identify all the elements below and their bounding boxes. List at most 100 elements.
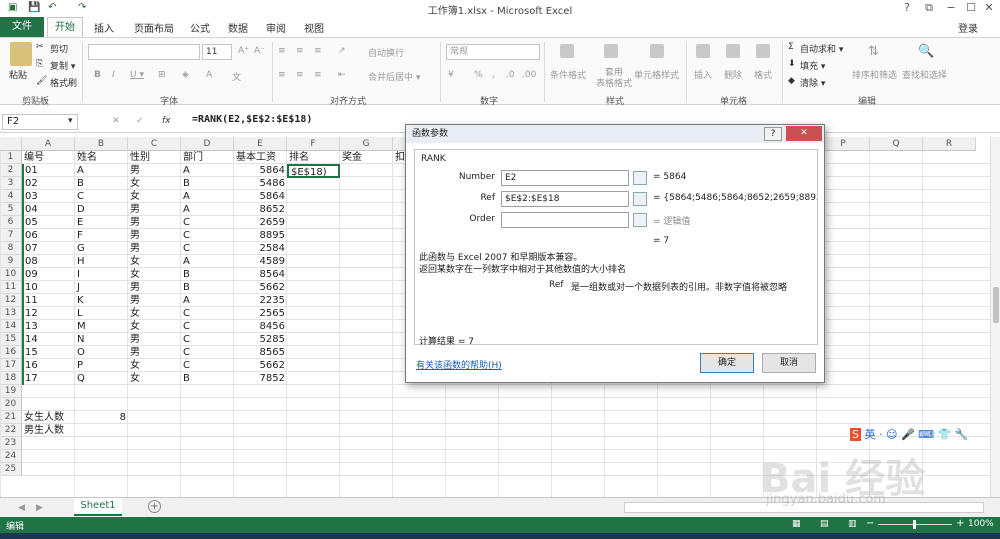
data-cell[interactable]: 16 [22, 359, 75, 372]
font-name-select[interactable] [88, 44, 200, 60]
sort-filter-icon[interactable]: ⇅ [868, 44, 879, 59]
ribbon-options-button[interactable]: ⧉ [918, 1, 940, 15]
format-cells-icon[interactable] [756, 44, 770, 58]
data-cell[interactable]: 男 [128, 333, 181, 346]
collapse-dialog-icon[interactable] [633, 213, 647, 227]
tab-review[interactable]: 审阅 [266, 20, 286, 35]
column-header[interactable]: A [22, 137, 75, 151]
male-count-label[interactable]: 男生人数 [22, 424, 82, 437]
data-cell[interactable]: 10 [22, 281, 75, 294]
data-cell[interactable]: 男 [128, 346, 181, 359]
indent-icon[interactable]: ⇤ [338, 70, 346, 80]
insert-function-button[interactable]: fx [162, 116, 171, 126]
copy-icon[interactable]: ⎘ [36, 59, 43, 69]
percent-button[interactable]: % [474, 70, 483, 80]
data-cell[interactable]: J [75, 281, 128, 294]
data-cell[interactable]: 8565 [234, 346, 287, 359]
page-layout-view-icon[interactable]: ▤ [820, 519, 829, 529]
column-header[interactable]: E [234, 137, 287, 151]
data-cell[interactable]: 08 [22, 255, 75, 268]
cell-styles-icon[interactable] [650, 44, 664, 58]
data-cell[interactable]: 男 [128, 164, 181, 177]
collapse-dialog-icon[interactable] [633, 192, 647, 206]
data-cell[interactable]: 14 [22, 333, 75, 346]
zoom-in-button[interactable]: + [956, 518, 964, 529]
formula-input[interactable]: =RANK(E2,$E$2:$E$18) [192, 114, 312, 125]
fill-button[interactable]: 填充 ▾ [800, 59, 825, 72]
data-cell[interactable]: F [75, 229, 128, 242]
data-cell[interactable]: 5662 [234, 359, 287, 372]
data-cell[interactable]: Q [75, 372, 128, 385]
phonetic-icon[interactable]: 文 [232, 70, 241, 83]
row-header[interactable]: 22 [0, 424, 22, 437]
data-cell[interactable]: 女 [128, 190, 181, 203]
dialog-help-button[interactable]: ? [764, 127, 782, 141]
data-cell[interactable]: N [75, 333, 128, 346]
data-cell[interactable]: 5285 [234, 333, 287, 346]
tab-view[interactable]: 视图 [304, 20, 324, 35]
row-header[interactable]: 19 [0, 385, 22, 398]
order-input[interactable] [501, 212, 629, 228]
row-header[interactable]: 8 [0, 242, 22, 255]
cancel-entry-button[interactable]: ✕ [112, 116, 120, 126]
data-cell[interactable]: 01 [22, 164, 75, 177]
header-cell[interactable]: 部门 [181, 151, 241, 164]
format-table-icon[interactable] [604, 44, 618, 58]
sheet-nav-next[interactable]: ▶ [36, 503, 43, 513]
data-cell[interactable]: B [181, 372, 234, 385]
autosum-button[interactable]: 自动求和 ▾ [800, 42, 843, 55]
data-cell[interactable]: B [75, 177, 128, 190]
row-header[interactable]: 5 [0, 203, 22, 216]
cell-styles-button[interactable]: 单元格样式 [634, 68, 679, 81]
data-cell[interactable]: 8895 [234, 229, 287, 242]
data-cell[interactable]: P [75, 359, 128, 372]
data-cell[interactable]: C [181, 320, 234, 333]
data-cell[interactable]: 13 [22, 320, 75, 333]
data-cell[interactable]: C [181, 242, 234, 255]
data-cell[interactable]: 女 [128, 359, 181, 372]
format-painter-button[interactable]: 格式刷 [50, 76, 77, 89]
data-cell[interactable]: 07 [22, 242, 75, 255]
ok-button[interactable]: 确定 [700, 353, 754, 373]
sort-filter-button[interactable]: 排序和筛选 [852, 68, 897, 81]
data-cell[interactable]: 8456 [234, 320, 287, 333]
row-header[interactable]: 17 [0, 359, 22, 372]
cancel-button[interactable]: 取消 [762, 353, 816, 373]
copy-button[interactable]: 复制 ▾ [50, 59, 75, 72]
grow-font-icon[interactable]: A⁺ [238, 46, 249, 56]
cut-button[interactable]: 剪切 [50, 42, 68, 55]
border-icon[interactable]: ⊞ [158, 70, 166, 80]
data-cell[interactable]: C [181, 333, 234, 346]
column-header[interactable]: D [181, 137, 234, 151]
column-header[interactable]: G [340, 137, 393, 151]
data-cell[interactable]: 5486 [234, 177, 287, 190]
data-cell[interactable]: 17 [22, 372, 75, 385]
row-header[interactable]: 16 [0, 346, 22, 359]
data-cell[interactable]: M [75, 320, 128, 333]
data-cell[interactable]: 2659 [234, 216, 287, 229]
data-cell[interactable]: A [181, 203, 234, 216]
column-header[interactable]: Q [870, 137, 923, 151]
row-header[interactable]: 9 [0, 255, 22, 268]
italic-button[interactable]: I [112, 70, 115, 80]
chevron-down-icon[interactable]: ▾ [68, 116, 73, 126]
data-cell[interactable]: 15 [22, 346, 75, 359]
data-cell[interactable]: 男 [128, 229, 181, 242]
header-cell[interactable]: 编号 [22, 151, 82, 164]
cut-icon[interactable]: ✂ [36, 42, 44, 52]
conditional-format-button[interactable]: 条件格式 [550, 68, 586, 81]
tab-insert[interactable]: 插入 [94, 20, 114, 35]
data-cell[interactable]: 8564 [234, 268, 287, 281]
number-input[interactable]: E2 [501, 170, 629, 186]
help-button[interactable]: ? [896, 1, 918, 14]
data-cell[interactable]: 女 [128, 372, 181, 385]
row-header[interactable]: 21 [0, 411, 22, 424]
find-select-icon[interactable]: 🔍 [918, 44, 934, 59]
header-cell[interactable]: 排名 [287, 151, 347, 164]
data-cell[interactable]: 09 [22, 268, 75, 281]
orientation-icon[interactable]: ↗ [338, 46, 346, 56]
insert-cells-icon[interactable] [696, 44, 710, 58]
data-cell[interactable]: A [181, 294, 234, 307]
decrease-decimal-icon[interactable]: .00 [522, 70, 536, 80]
data-cell[interactable]: 男 [128, 281, 181, 294]
